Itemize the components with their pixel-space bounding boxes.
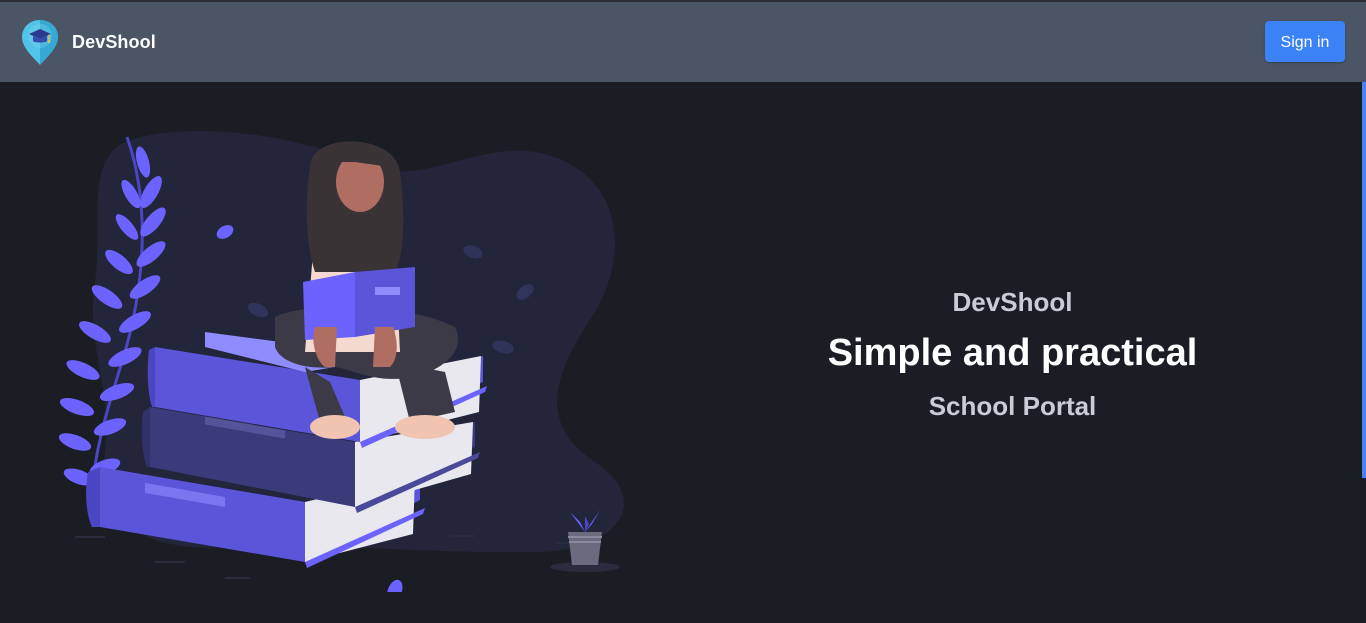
brand-name: DevShool [72,31,156,52]
brand-link[interactable]: DevShool [20,18,156,66]
hero-subtitle: School Portal [928,391,1097,421]
hero-section: DevShool Simple and practical School Por… [0,82,1366,623]
hero-text-block: DevShool Simple and practical School Por… [760,282,1265,424]
reading-illustration [58,131,624,592]
hero-brand-name: DevShool [952,287,1073,317]
page-scrollbar[interactable] [1362,82,1366,478]
sign-in-button[interactable]: Sign in [1265,21,1345,62]
hero-headline: Simple and practical [827,332,1198,374]
navbar: DevShool Sign in [0,2,1366,82]
graduation-cap-map-pin-icon [22,20,58,65]
